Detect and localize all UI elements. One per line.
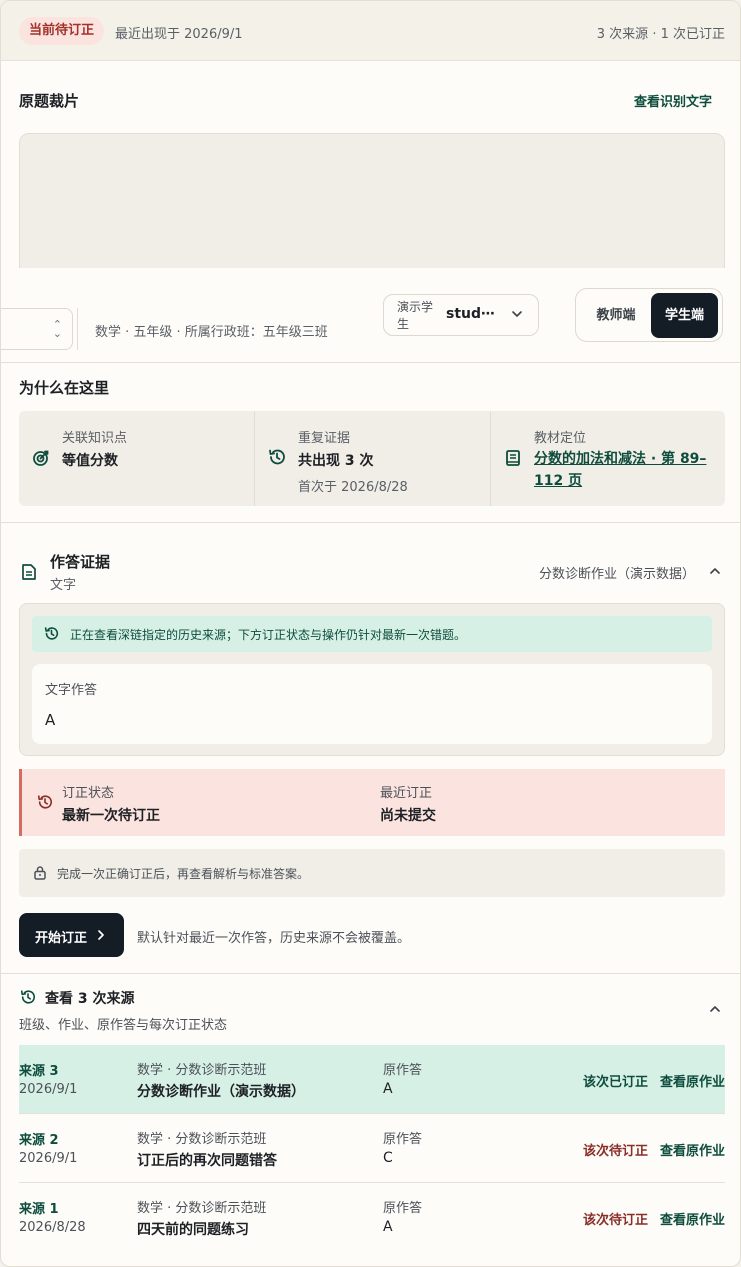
source-homework: 订正后的再次同题错答 [137,1153,277,1169]
source-class: 数学 · 分数诊断示范班 [137,1063,267,1078]
source-class: 数学 · 分数诊断示范班 [137,1132,267,1147]
target-icon [32,449,50,467]
crop-title: 原题裁片 [19,92,80,110]
textbook-link[interactable]: 分数的加法和减法 · 第 89–112 页 [534,448,714,492]
role-student-button[interactable]: 学生端 [651,293,718,338]
divider [1,973,740,974]
student-select-label: 演示学生 [397,300,434,331]
source-homework: 分数诊断作业（演示数据） [137,1084,305,1100]
evidence-title: 作答证据 [50,553,111,571]
question-crop-image [19,133,725,283]
source-name: 来源 1 [19,1202,59,1217]
source-row: 来源 3 2026/9/1 数学 · 分数诊断示范班 分数诊断作业（演示数据） … [19,1045,725,1114]
last-correction-label: 最近订正 [380,786,433,801]
last-correction-value: 尚未提交 [380,808,436,824]
chevron-down-icon [510,307,524,325]
source-date: 2026/8/28 [19,1220,86,1235]
lock-notice: 完成一次正确订正后，再查看解析与标准答案。 [19,849,725,897]
start-hint: 默认针对最近一次作答，历史来源不会被覆盖。 [137,931,411,946]
chevron-up-icon[interactable] [708,564,722,582]
status-value: 最新一次待订正 [62,808,160,824]
repeat-first-date: 首次于 2026/8/28 [298,480,408,495]
evidence-subtitle: 文字 [50,578,77,593]
source-status: 该次已订正 [582,1075,648,1090]
repeat-label: 重复证据 [298,431,351,446]
answer-card: 文字作答 A [32,664,712,744]
view-original-homework-link[interactable]: 查看原作业 [660,1140,725,1159]
evidence-homework: 分数诊断作业（演示数据） [539,567,696,582]
source-answer-label: 原作答 [383,1063,423,1078]
card-header: 当前待订正 最近出现于 2026/9/1 3 次来源 · 1 次已订正 [1,1,740,61]
history-icon [37,794,53,814]
chevron-up-icon[interactable] [708,1002,722,1020]
source-date: 2026/9/1 [19,1082,78,1097]
source-homework: 四天前的同题练习 [137,1222,249,1238]
lock-icon [33,865,47,884]
status-badge: 当前待订正 [19,17,105,45]
deeplink-notice-text: 正在查看深链指定的历史来源；下方订正状态与操作仍针对最新一次错题。 [70,628,467,642]
source-answer-value: A [383,1219,393,1235]
class-info: 数学 · 五年级 · 所属行政班：五年级三班 [95,325,328,340]
divider [1,522,740,523]
mistake-card: 当前待订正 最近出现于 2026/9/1 3 次来源 · 1 次已订正 原题裁片… [0,0,741,1267]
start-correction-label: 开始订正 [35,931,88,946]
sources-subtitle: 班级、作业、原作答与每次订正状态 [19,1018,228,1033]
textbook-cell: 教材定位 分数的加法和减法 · 第 89–112 页 [490,411,725,506]
document-icon [21,563,37,585]
knowledge-value: 等值分数 [62,453,118,469]
source-class: 数学 · 分数诊断示范班 [137,1201,267,1216]
repeat-value: 共出现 3 次 [298,453,374,469]
source-answer-label: 原作答 [383,1132,423,1147]
source-row: 来源 1 2026/8/28 数学 · 分数诊断示范班 四天前的同题练习 原作答… [19,1183,725,1252]
textbook-label: 教材定位 [534,431,587,446]
chevron-right-icon [95,928,107,946]
deeplink-notice: 正在查看深链指定的历史来源；下方订正状态与操作仍针对最新一次错题。 [32,616,712,652]
source-stats: 3 次来源 · 1 次已订正 [596,27,725,42]
student-select[interactable]: 演示学生 stud⋯ [383,294,539,336]
view-original-homework-link[interactable]: 查看原作业 [660,1209,725,1228]
evidence-panel: 正在查看深链指定的历史来源；下方订正状态与操作仍针对最新一次错题。 文字作答 A [19,603,725,756]
source-answer-label: 原作答 [383,1201,423,1216]
student-select-value: stud⋯ [446,306,496,322]
source-answer-value: C [383,1150,393,1166]
source-status: 该次待订正 [582,1213,648,1228]
why-title: 为什么在这里 [19,379,110,397]
source-name: 来源 3 [19,1064,59,1079]
repeat-cell: 重复证据 共出现 3 次 首次于 2026/8/28 [254,411,489,506]
last-seen-text: 最近出现于 2026/9/1 [115,27,243,42]
role-toggle: 教师端 学生端 [575,288,723,342]
why-grid: 关联知识点 等值分数 重复证据 共出现 3 次 首次于 2026/8/28 教材… [19,411,725,506]
history-icon [268,448,286,466]
subject-select[interactable]: ⌃ ⌄ [1,308,73,350]
role-teacher-button[interactable]: 教师端 [580,293,652,338]
divider [77,308,78,350]
lock-notice-text: 完成一次正确订正后，再查看解析与标准答案。 [57,867,310,881]
answer-label: 文字作答 [45,683,98,698]
start-correction-button[interactable]: 开始订正 [19,913,124,957]
sources-title[interactable]: 查看 3 次来源 [45,988,135,1008]
view-ocr-text-link[interactable]: 查看识别文字 [634,91,712,110]
book-icon [504,449,522,467]
source-status: 该次待订正 [582,1144,648,1159]
source-answer-value: A [383,1081,393,1097]
history-icon [44,626,59,645]
knowledge-label: 关联知识点 [62,431,128,446]
view-original-homework-link[interactable]: 查看原作业 [660,1071,725,1090]
correction-status: 订正状态 最新一次待订正 最近订正 尚未提交 [19,769,725,836]
updown-chevron-icon: ⌃ ⌄ [52,318,62,340]
source-row: 来源 2 2026/9/1 数学 · 分数诊断示范班 订正后的再次同题错答 原作… [19,1114,725,1183]
source-date: 2026/9/1 [19,1151,78,1166]
answer-value: A [45,711,56,729]
knowledge-cell: 关联知识点 等值分数 [19,411,254,506]
history-icon [20,989,36,1009]
source-name: 来源 2 [19,1133,59,1148]
status-label: 订正状态 [62,786,115,801]
